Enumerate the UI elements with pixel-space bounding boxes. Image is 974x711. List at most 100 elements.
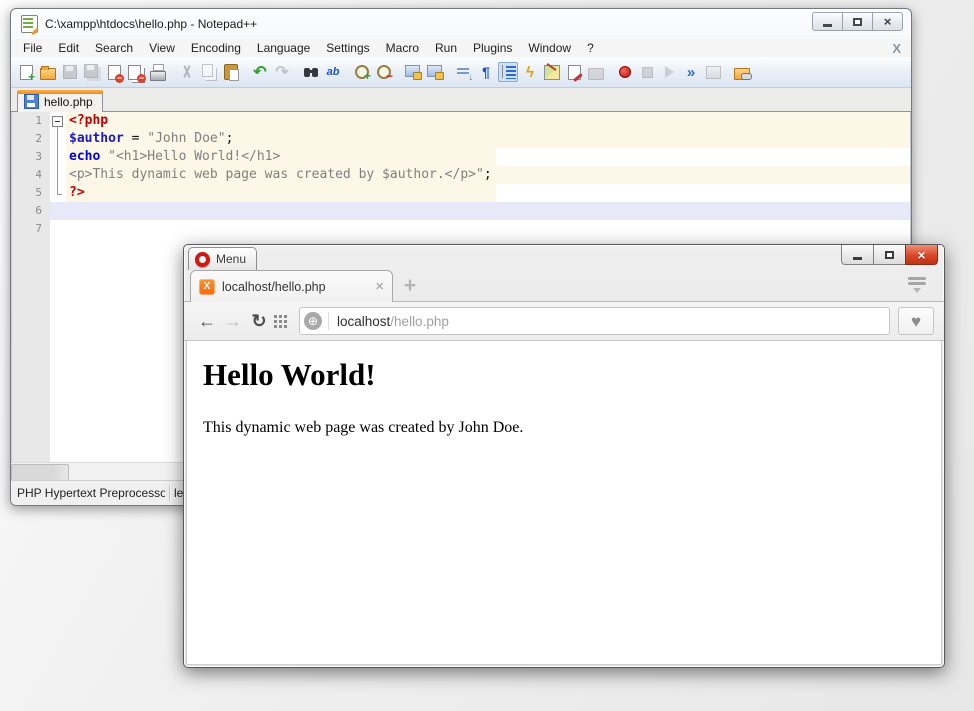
maximize-icon bbox=[853, 18, 862, 26]
macro-stop-icon[interactable] bbox=[637, 62, 657, 82]
speed-dial-icon[interactable] bbox=[274, 315, 287, 328]
paste-icon[interactable] bbox=[221, 62, 241, 82]
scrollbar-thumb[interactable] bbox=[11, 464, 69, 481]
sync-horizontal-scroll-icon[interactable] bbox=[425, 62, 445, 82]
save-icon[interactable] bbox=[60, 62, 80, 82]
line-number: 7 bbox=[12, 220, 50, 238]
print-icon[interactable] bbox=[148, 62, 168, 82]
show-indent-guide-icon[interactable] bbox=[498, 62, 518, 82]
word-wrap-icon[interactable] bbox=[454, 62, 474, 82]
tab-hello-php[interactable]: hello.php bbox=[17, 90, 103, 112]
fold-margin bbox=[50, 166, 66, 184]
close-document-x[interactable]: X bbox=[892, 41, 901, 56]
menu-item[interactable]: Language bbox=[249, 41, 318, 55]
menu-item[interactable]: Search bbox=[87, 41, 141, 55]
address-divider bbox=[328, 312, 329, 330]
line-number: 4 bbox=[12, 166, 50, 184]
close-file-icon[interactable] bbox=[104, 62, 124, 82]
maximize-button[interactable] bbox=[842, 12, 873, 31]
npp-window-controls: × bbox=[813, 12, 903, 31]
npp-title-bar[interactable]: C:\xampp\htdocs\hello.php - Notepad++ × bbox=[11, 9, 911, 39]
document-switcher-icon[interactable] bbox=[564, 62, 584, 82]
find-icon[interactable] bbox=[301, 62, 321, 82]
menu-item[interactable]: ? bbox=[579, 41, 602, 55]
menu-item[interactable]: Plugins bbox=[465, 41, 520, 55]
status-doc-type: PHP Hypertext Preprocessor bbox=[11, 486, 165, 500]
menu-item[interactable]: Macro bbox=[378, 41, 427, 55]
line-number: 6 bbox=[12, 202, 50, 220]
site-globe-icon[interactable]: ⊕ bbox=[304, 312, 322, 330]
minimize-icon bbox=[823, 24, 832, 27]
macro-save-icon[interactable] bbox=[703, 62, 723, 82]
show-all-characters-icon[interactable] bbox=[476, 62, 496, 82]
menu-item[interactable]: File bbox=[15, 41, 50, 55]
close-button[interactable]: × bbox=[872, 12, 903, 31]
maximize-button[interactable] bbox=[873, 245, 906, 265]
open-file-icon[interactable] bbox=[38, 62, 58, 82]
code-text bbox=[66, 220, 910, 238]
close-icon: × bbox=[884, 15, 892, 28]
new-file-icon[interactable] bbox=[16, 62, 36, 82]
reload-button[interactable]: ↻ bbox=[246, 308, 272, 334]
npp-tab-bar: hello.php bbox=[11, 88, 911, 112]
undo-icon[interactable] bbox=[250, 62, 270, 82]
folder-as-workspace-icon[interactable] bbox=[586, 62, 606, 82]
replace-icon[interactable] bbox=[323, 62, 343, 82]
code-text: $author = "John Doe"; bbox=[66, 130, 910, 148]
menu-item[interactable]: Encoding bbox=[183, 41, 249, 55]
line-number: 5 bbox=[12, 184, 50, 202]
menu-item[interactable]: Settings bbox=[318, 41, 377, 55]
macro-record-icon[interactable] bbox=[615, 62, 635, 82]
menu-item[interactable]: Run bbox=[427, 41, 465, 55]
code-line[interactable]: 4<p>This dynamic web page was created by… bbox=[12, 166, 910, 184]
sync-vertical-scroll-icon[interactable] bbox=[403, 62, 423, 82]
menu-item[interactable]: Window bbox=[520, 41, 579, 55]
menu-item[interactable]: Edit bbox=[50, 41, 87, 55]
opera-window: Menu × X localhost/hello.php × + ← → ↻ ⊕… bbox=[183, 244, 945, 668]
forward-button[interactable]: → bbox=[220, 308, 246, 334]
fold-box-icon[interactable] bbox=[52, 116, 63, 127]
redo-icon[interactable] bbox=[272, 62, 292, 82]
cut-icon[interactable] bbox=[177, 62, 197, 82]
back-button[interactable]: ← bbox=[194, 308, 220, 334]
close-all-icon[interactable] bbox=[126, 62, 146, 82]
heart-icon: ♥ bbox=[911, 313, 921, 330]
macro-play-icon[interactable] bbox=[659, 62, 679, 82]
code-line[interactable]: 7 bbox=[12, 220, 910, 238]
browser-page-content: Hello World! This dynamic web page was c… bbox=[186, 341, 942, 665]
opera-title-bar[interactable]: Menu × bbox=[184, 245, 944, 269]
fold-collapse-icon[interactable] bbox=[50, 112, 66, 130]
zoom-out-icon[interactable] bbox=[374, 62, 394, 82]
code-line[interactable]: 6 bbox=[12, 202, 910, 220]
document-map-icon[interactable] bbox=[542, 62, 562, 82]
npp-toolbar bbox=[11, 57, 911, 88]
minimize-button[interactable] bbox=[812, 12, 843, 31]
bookmark-button[interactable]: ♥ bbox=[898, 307, 934, 335]
saved-file-icon bbox=[24, 94, 39, 109]
code-line[interactable]: 3echo "<h1>Hello World!</h1> bbox=[12, 148, 910, 166]
url-text[interactable]: localhost/hello.php bbox=[337, 314, 449, 329]
status-separator bbox=[169, 485, 170, 501]
macro-run-multiple-icon[interactable] bbox=[681, 62, 701, 82]
code-line[interactable]: 1<?php bbox=[12, 112, 910, 130]
menu-item[interactable]: View bbox=[141, 41, 183, 55]
page-paragraph: This dynamic web page was created by Joh… bbox=[203, 419, 933, 437]
open-containing-folder-icon[interactable] bbox=[732, 62, 752, 82]
zoom-in-icon[interactable] bbox=[352, 62, 372, 82]
npp-menu-items: FileEditSearchViewEncodingLanguageSettin… bbox=[15, 41, 602, 55]
tab-localhost-hello-php[interactable]: X localhost/hello.php × bbox=[190, 270, 393, 302]
function-completion-icon[interactable] bbox=[520, 62, 540, 82]
new-tab-button[interactable]: + bbox=[393, 271, 427, 301]
save-all-icon[interactable] bbox=[82, 62, 102, 82]
line-number: 2 bbox=[12, 130, 50, 148]
code-line[interactable]: 5?> bbox=[12, 184, 910, 202]
tab-close-icon[interactable]: × bbox=[375, 279, 384, 294]
minimize-button[interactable] bbox=[841, 245, 874, 265]
copy-icon[interactable] bbox=[199, 62, 219, 82]
address-bar[interactable]: ⊕ localhost/hello.php bbox=[299, 307, 890, 335]
tab-menu-icon[interactable] bbox=[906, 276, 928, 294]
code-line[interactable]: 2 $author = "John Doe"; bbox=[12, 130, 910, 148]
opera-menu-button[interactable]: Menu bbox=[188, 247, 257, 270]
close-button[interactable]: × bbox=[905, 245, 938, 265]
fold-margin bbox=[50, 130, 66, 148]
